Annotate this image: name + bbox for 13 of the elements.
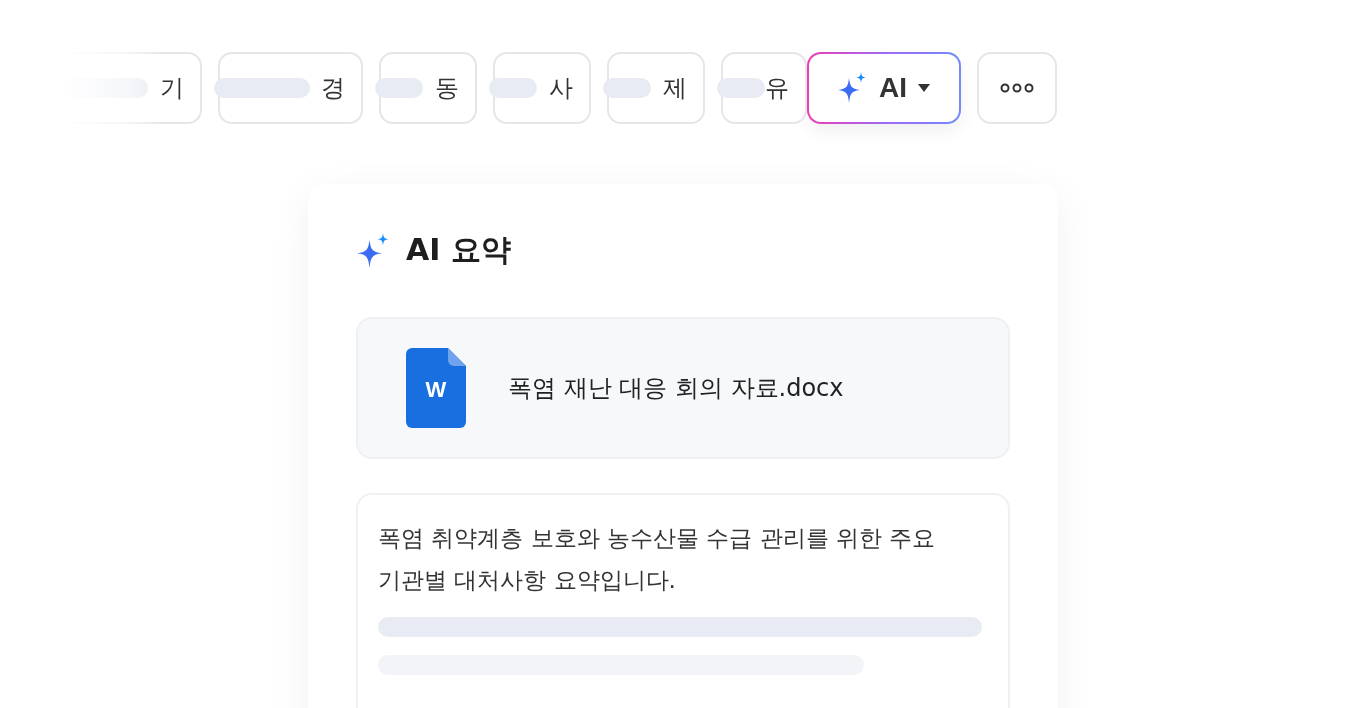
more-button[interactable] [977,52,1057,124]
file-name: 폭염 재난 대응 회의 자료.docx [508,373,844,404]
loading-skeleton-pill [375,78,423,98]
card-title: AI 요약 [406,231,511,269]
caret-icon [917,83,931,93]
loading-skeleton-pill [717,78,765,98]
loading-skeleton-pill [489,78,537,98]
file-attachment[interactable]: W 폭염 재난 대응 회의 자료.docx [356,317,1010,459]
loading-skeleton-pill [603,78,651,98]
word-document-icon: W [406,348,466,428]
ai-button[interactable]: AI [807,52,961,124]
more-icon [1000,83,1034,93]
summary-text: 폭염 취약계층 보호와 농수산물 수급 관리를 위한 주요 기관별 대처사항 요약입니다. [378,524,937,595]
